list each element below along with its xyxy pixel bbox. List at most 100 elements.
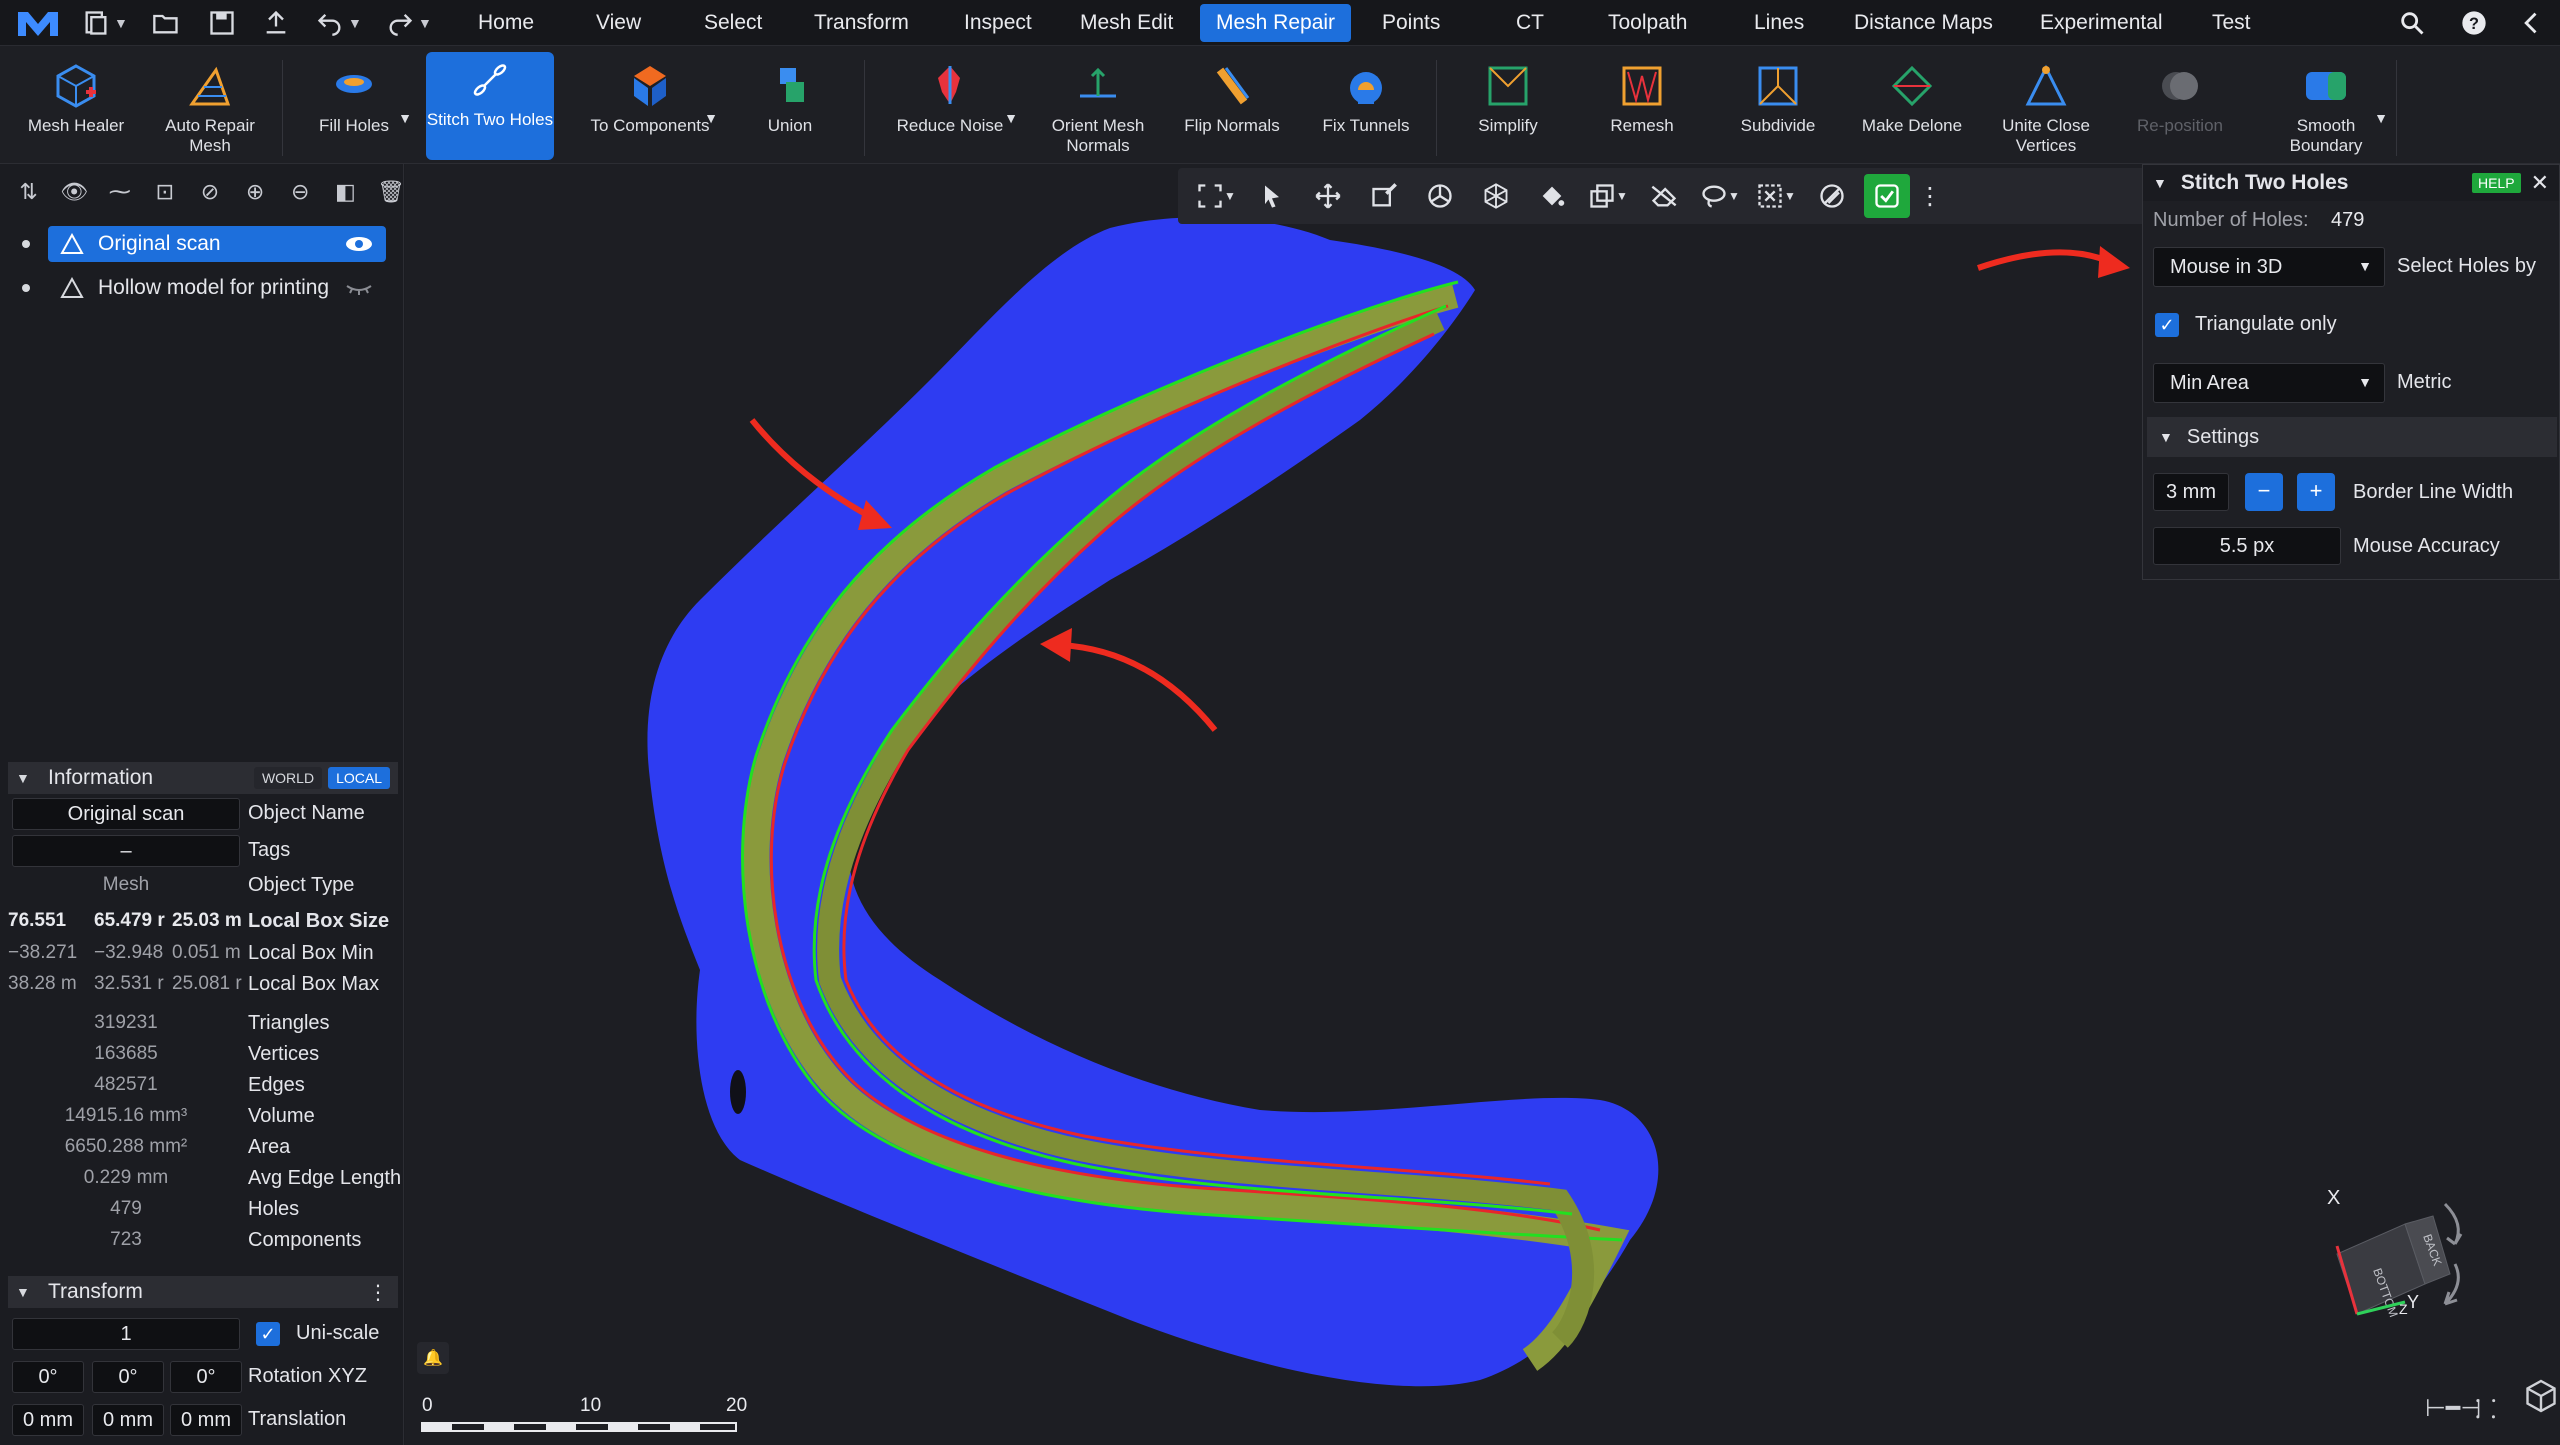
collapse-chevron-icon[interactable] xyxy=(2518,9,2546,37)
menu-toolpath[interactable]: Toolpath xyxy=(1592,0,1703,46)
mouse-accuracy-field[interactable]: 5.5 px xyxy=(2153,527,2341,565)
export-button[interactable] xyxy=(262,8,290,38)
move-tool-button[interactable] xyxy=(1304,174,1352,218)
remesh-button[interactable]: Remesh xyxy=(1582,58,1702,158)
orbit-tool-button[interactable] xyxy=(1416,174,1464,218)
delete-icon[interactable]: 🗑 xyxy=(377,179,405,205)
tree-item-original-scan[interactable]: Original scan xyxy=(0,226,400,262)
save-button[interactable] xyxy=(208,8,236,38)
no-symbol-button[interactable] xyxy=(1808,174,1856,218)
menu-transform[interactable]: Transform xyxy=(798,0,925,46)
close-icon[interactable]: ✕ xyxy=(2531,170,2549,196)
increase-button[interactable]: + xyxy=(2297,473,2335,511)
to-components-dropdown-icon[interactable]: ▼ xyxy=(704,108,718,128)
simplify-button[interactable]: Simplify xyxy=(1448,58,1568,158)
rotation-x-field[interactable]: 0° xyxy=(12,1361,84,1393)
lasso-tool-button[interactable]: ▼ xyxy=(1696,174,1744,218)
eye-visible-icon[interactable] xyxy=(344,234,374,254)
menu-mesh-repair[interactable]: Mesh Repair xyxy=(1200,4,1352,42)
app-logo-icon[interactable] xyxy=(14,6,62,40)
menu-ct[interactable]: CT xyxy=(1500,0,1560,46)
uniscale-checkbox[interactable]: ✓ xyxy=(256,1322,280,1346)
select-all-icon[interactable]: ⊡ xyxy=(152,179,177,205)
move-down-icon[interactable]: ⊖ xyxy=(288,179,313,205)
move-up-icon[interactable]: ⊕ xyxy=(243,179,268,205)
settings-header[interactable]: ▼ Settings xyxy=(2147,417,2557,457)
fill-tool-button[interactable] xyxy=(1528,174,1576,218)
border-line-width-field[interactable]: 3 mm xyxy=(2153,473,2229,511)
menu-inspect[interactable]: Inspect xyxy=(948,0,1048,46)
view-cube-icon[interactable] xyxy=(2523,1378,2559,1414)
hide-icon[interactable]: ⁓ xyxy=(107,179,132,205)
reduce-noise-dropdown-icon[interactable]: ▼ xyxy=(1004,108,1018,128)
stitch-two-holes-button[interactable]: Stitch Two Holes xyxy=(426,52,554,160)
union-button[interactable]: Union xyxy=(730,58,850,158)
mesh-healer-button[interactable]: Mesh Healer xyxy=(16,58,136,158)
triangulate-only-checkbox[interactable]: ✓ xyxy=(2155,313,2179,337)
scale-field[interactable]: 1 xyxy=(12,1318,240,1350)
make-delone-button[interactable]: Make Delone xyxy=(1852,58,1972,158)
fill-holes-button[interactable]: Fill Holes ▼ xyxy=(294,58,414,158)
mesh-select-button[interactable] xyxy=(1472,174,1520,218)
sort-icon[interactable]: ⇅ xyxy=(16,179,41,205)
object-name-field[interactable]: Original scan xyxy=(12,798,240,830)
eye-hidden-icon[interactable] xyxy=(344,278,374,298)
menu-lines[interactable]: Lines xyxy=(1738,0,1820,46)
translation-x-field[interactable]: 0 mm xyxy=(12,1404,84,1436)
smooth-boundary-button[interactable]: Smooth Boundary ▼ xyxy=(2262,58,2390,158)
fill-holes-dropdown-icon[interactable]: ▼ xyxy=(398,108,412,128)
hide-faces-button[interactable] xyxy=(1640,174,1688,218)
deselect-icon[interactable]: ⊘ xyxy=(197,179,222,205)
clear-selection-button[interactable]: ▼ xyxy=(1752,174,1800,218)
translation-z-field[interactable]: 0 mm xyxy=(170,1404,242,1436)
search-icon[interactable] xyxy=(2398,9,2426,37)
transform-copy-button[interactable]: ▼ xyxy=(1584,174,1632,218)
transform-header[interactable]: ▼ Transform ⋮ xyxy=(8,1276,398,1308)
translation-y-field[interactable]: 0 mm xyxy=(92,1404,164,1436)
ruler-icon[interactable]: ⊢━⊣ xyxy=(2425,1394,2481,1423)
new-file-button[interactable]: ▼ xyxy=(82,8,128,38)
select-holes-dropdown[interactable]: Mouse in 3D ▼ xyxy=(2153,247,2385,287)
subdivide-button[interactable]: Subdivide xyxy=(1718,58,1838,158)
undo-button[interactable]: ▼ xyxy=(316,8,362,38)
local-toggle[interactable]: LOCAL xyxy=(328,767,390,789)
chevron-down-icon[interactable]: ▼ xyxy=(2153,175,2167,191)
visibility-eye-icon[interactable]: 👁 xyxy=(60,179,88,205)
reduce-noise-button[interactable]: Reduce Noise ▼ xyxy=(880,58,1020,158)
help-icon[interactable]: ? xyxy=(2460,9,2488,37)
split-view-icon[interactable]: ◧ xyxy=(333,179,358,205)
decrease-button[interactable]: − xyxy=(2245,473,2283,511)
auto-repair-mesh-button[interactable]: Auto Repair Mesh xyxy=(150,58,270,158)
to-components-button[interactable]: To Components ▼ xyxy=(580,58,720,158)
orient-mesh-normals-button[interactable]: Orient Mesh Normals xyxy=(1038,58,1158,158)
menu-test[interactable]: Test xyxy=(2196,0,2267,46)
information-header[interactable]: ▼ Information WORLD LOCAL xyxy=(8,762,398,794)
more-options-icon[interactable]: ⋮ xyxy=(368,1280,388,1305)
re-position-button[interactable]: Re-position xyxy=(2120,58,2240,158)
rotation-y-field[interactable]: 0° xyxy=(92,1361,164,1393)
open-button[interactable] xyxy=(152,8,180,38)
axes-icon[interactable]: ⸬ xyxy=(2475,1390,2497,1426)
select-tool-button[interactable] xyxy=(1248,174,1296,218)
menu-select[interactable]: Select xyxy=(688,0,778,46)
tags-field[interactable]: – xyxy=(12,835,240,867)
menu-home[interactable]: Home xyxy=(462,0,550,46)
fix-tunnels-button[interactable]: Fix Tunnels xyxy=(1306,58,1426,158)
menu-view[interactable]: View xyxy=(580,0,657,46)
menu-points[interactable]: Points xyxy=(1366,0,1456,46)
more-tools-button[interactable]: ⋮ xyxy=(1918,174,1942,218)
notifications-bell-icon[interactable]: 🔔 xyxy=(417,1342,449,1374)
unite-close-vertices-button[interactable]: Unite Close Vertices xyxy=(1986,58,2106,158)
help-button[interactable]: HELP xyxy=(2471,173,2521,193)
redo-button[interactable]: ▼ xyxy=(386,8,432,38)
paint-tool-button[interactable] xyxy=(1360,174,1408,218)
fit-view-button[interactable]: ▼ xyxy=(1192,174,1240,218)
flip-normals-button[interactable]: Flip Normals xyxy=(1172,58,1292,158)
metric-dropdown[interactable]: Min Area ▼ xyxy=(2153,363,2385,403)
rotation-z-field[interactable]: 0° xyxy=(170,1361,242,1393)
confirm-tool-button[interactable] xyxy=(1864,174,1910,218)
tree-item-hollow-model[interactable]: Hollow model for printing xyxy=(0,270,400,306)
menu-mesh-edit[interactable]: Mesh Edit xyxy=(1064,0,1189,46)
world-toggle[interactable]: WORLD xyxy=(253,767,323,789)
menu-distance-maps[interactable]: Distance Maps xyxy=(1838,0,2009,46)
